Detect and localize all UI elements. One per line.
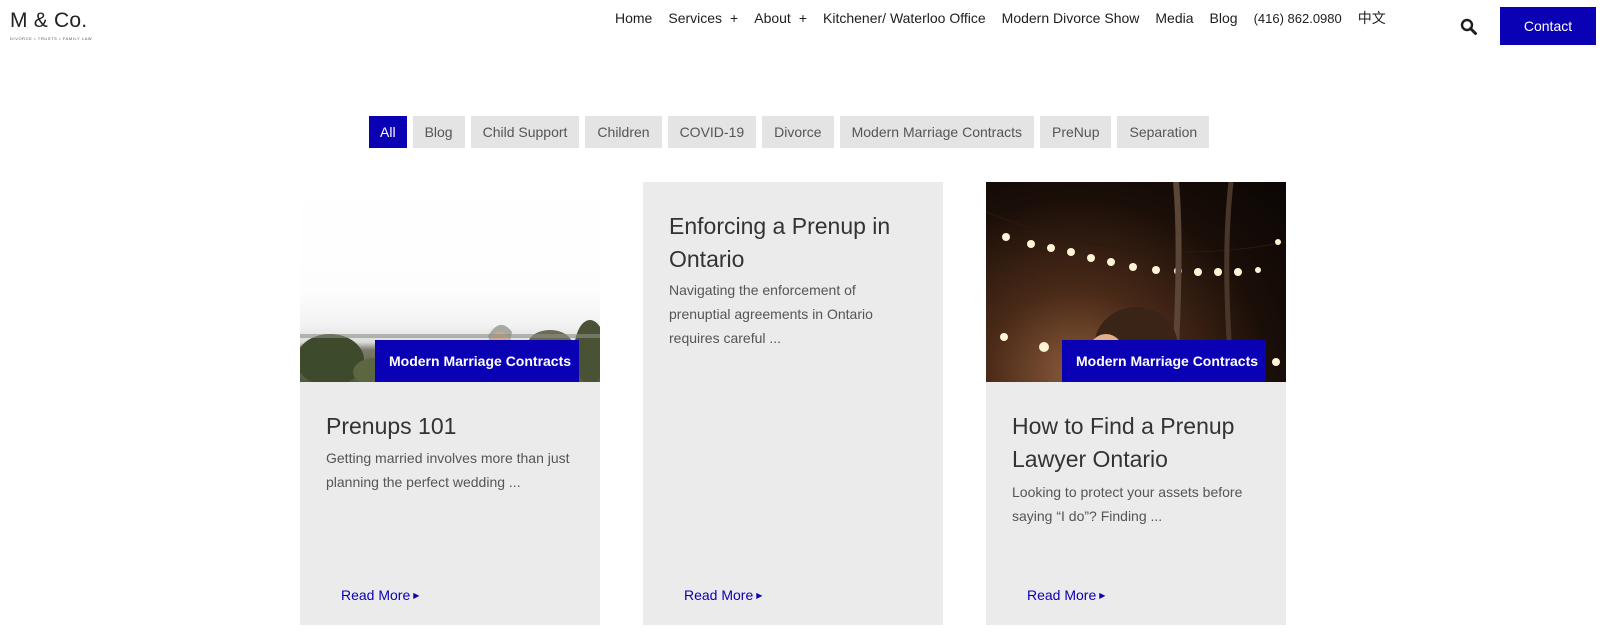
- post-title[interactable]: Enforcing a Prenup in Ontario: [669, 210, 924, 276]
- logo-tagline: DIVORCE • TRUSTS • FAMILY LAW: [10, 36, 93, 41]
- post-excerpt: Getting married involves more than just …: [326, 450, 570, 490]
- read-more-link[interactable]: Read More ▶: [684, 587, 762, 603]
- post-card: Modern Marriage Contracts Prenups 101 Ge…: [300, 182, 600, 625]
- read-more-link[interactable]: Read More ▶: [341, 587, 419, 603]
- filter-covid-19[interactable]: COVID-19: [667, 116, 757, 148]
- nav-about-label: About: [754, 10, 791, 26]
- category-badge[interactable]: Modern Marriage Contracts: [1062, 340, 1266, 382]
- filter-separation[interactable]: Separation: [1117, 116, 1210, 148]
- plus-icon[interactable]: +: [730, 10, 738, 26]
- read-more-label: Read More: [341, 587, 411, 603]
- nav-about[interactable]: About +: [754, 10, 807, 26]
- post-card: Enforcing a Prenup in Ontario Navigating…: [643, 182, 943, 625]
- triangle-right-icon: ▶: [1099, 590, 1106, 600]
- triangle-right-icon: ▶: [756, 590, 763, 600]
- main-nav: Home Services + About + Kitchener/ Water…: [615, 0, 1386, 36]
- post-image[interactable]: Modern Marriage Contracts: [986, 182, 1286, 382]
- post-title[interactable]: How to Find a Prenup Lawyer Ontario: [1012, 410, 1267, 476]
- read-more-label: Read More: [684, 587, 754, 603]
- nav-modern-divorce-show[interactable]: Modern Divorce Show: [1002, 10, 1140, 26]
- search-icon[interactable]: [1460, 18, 1478, 36]
- read-more-link[interactable]: Read More ▶: [1027, 587, 1105, 603]
- triangle-right-icon: ▶: [413, 590, 420, 600]
- post-excerpt: Looking to protect your assets before sa…: [1012, 484, 1243, 524]
- nav-kitchener-office[interactable]: Kitchener/ Waterloo Office: [823, 10, 986, 26]
- logo-text: M & Co.: [10, 9, 88, 32]
- post-card: Modern Marriage Contracts How to Find a …: [986, 182, 1286, 625]
- site-logo[interactable]: M & Co. DIVORCE • TRUSTS • FAMILY LAW: [10, 9, 100, 43]
- nav-media[interactable]: Media: [1155, 10, 1193, 26]
- read-more-label: Read More: [1027, 587, 1097, 603]
- filter-modern-marriage-contracts[interactable]: Modern Marriage Contracts: [839, 116, 1035, 148]
- nav-phone[interactable]: (416) 862.0980: [1254, 11, 1342, 26]
- plus-icon[interactable]: +: [799, 10, 807, 26]
- filter-children[interactable]: Children: [585, 116, 662, 148]
- filter-blog[interactable]: Blog: [412, 116, 465, 148]
- post-excerpt: Navigating the enforcement of prenuptial…: [669, 282, 873, 346]
- nav-blog[interactable]: Blog: [1210, 10, 1238, 26]
- contact-button[interactable]: Contact: [1500, 7, 1596, 45]
- post-title[interactable]: Prenups 101: [326, 410, 581, 443]
- nav-services[interactable]: Services +: [668, 10, 738, 26]
- post-image[interactable]: Modern Marriage Contracts: [300, 182, 600, 382]
- nav-services-label: Services: [668, 10, 723, 26]
- category-filters: All Blog Child Support Children COVID-19…: [369, 116, 1210, 148]
- filter-child-support[interactable]: Child Support: [470, 116, 580, 148]
- nav-language-chinese[interactable]: 中文: [1358, 8, 1386, 28]
- filter-all[interactable]: All: [369, 116, 407, 148]
- filter-divorce[interactable]: Divorce: [762, 116, 834, 148]
- filter-prenup[interactable]: PreNup: [1040, 116, 1112, 148]
- category-badge[interactable]: Modern Marriage Contracts: [375, 340, 579, 382]
- nav-home[interactable]: Home: [615, 10, 652, 26]
